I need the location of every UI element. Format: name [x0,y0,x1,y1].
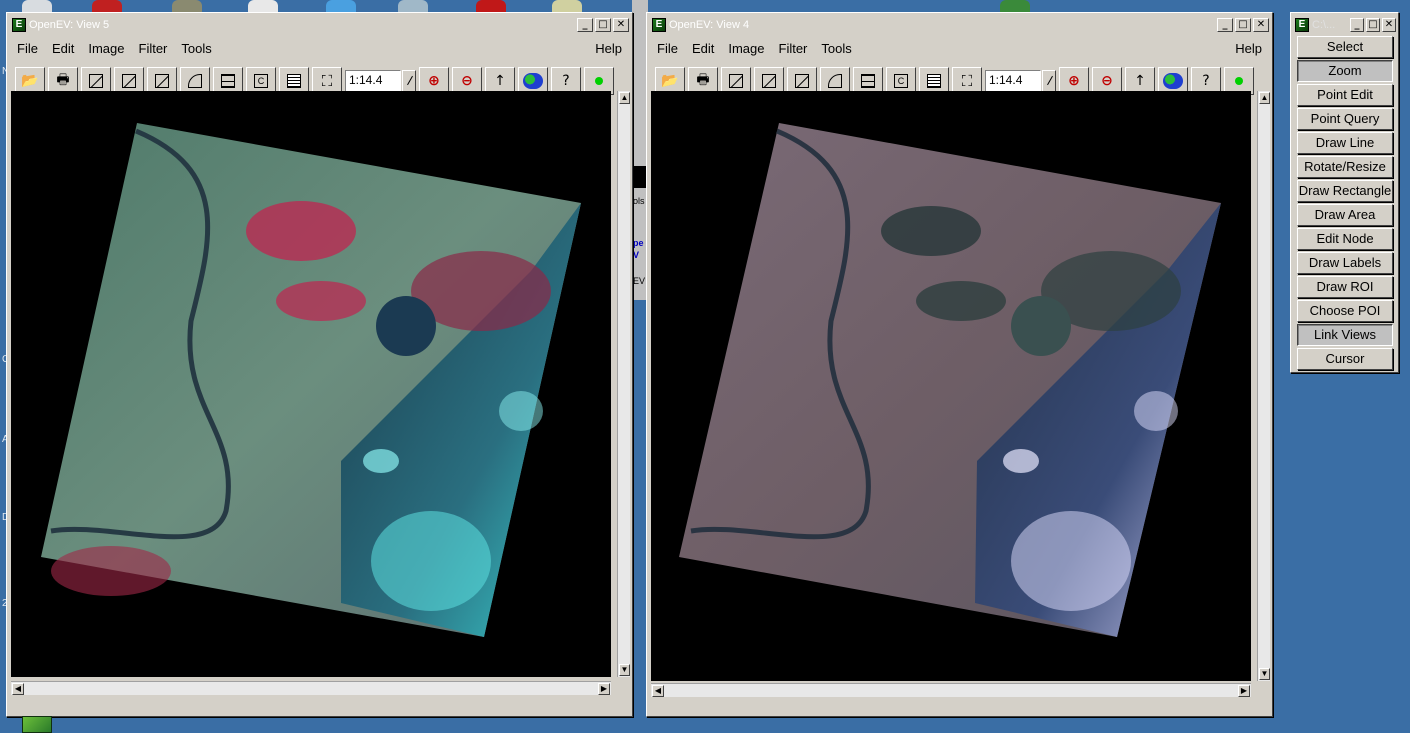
view4-window: E OpenEV: View 4 _ □ ✕ File Edit Image F… [646,12,1273,717]
view5-image-canvas[interactable] [11,91,611,677]
scroll-right-arrow[interactable]: ▶ [598,683,610,695]
view5-window: E OpenEV: View 5 _ □ ✕ File Edit Image F… [6,12,633,717]
menu-tools[interactable]: Tools [814,41,858,56]
tool-draw-roi-button[interactable]: Draw ROI [1297,276,1393,298]
satellite-image-false-color [41,123,581,637]
tool-draw-line-button[interactable]: Draw Line [1297,132,1393,154]
menu-edit[interactable]: Edit [45,41,81,56]
zoom-ratio-dropdown[interactable] [1042,70,1056,92]
scroll-down-arrow[interactable]: ▼ [619,664,630,676]
scroll-left-arrow[interactable]: ◀ [12,683,24,695]
tool-draw-area-button[interactable]: Draw Area [1297,204,1393,226]
tool-select-button[interactable]: Select [1297,36,1393,58]
desktop-icon[interactable] [398,0,428,12]
background-text: V [633,250,640,260]
desktop-icon[interactable] [476,0,506,12]
maximize-button[interactable]: □ [1366,18,1380,32]
close-button[interactable]: ✕ [613,18,629,32]
view4-vertical-scrollbar[interactable]: ▲ ▼ [1257,91,1270,681]
desktop-icon[interactable] [326,0,356,12]
tool-cursor-button[interactable]: Cursor [1297,348,1393,370]
view4-image-canvas[interactable] [651,91,1251,681]
tool-draw-labels-button[interactable]: Draw Labels [1297,252,1393,274]
minimize-button[interactable]: _ [1217,18,1233,32]
tool-edit-node-button[interactable]: Edit Node [1297,228,1393,250]
menu-file[interactable]: File [10,41,45,56]
menu-tools[interactable]: Tools [174,41,218,56]
maximize-button[interactable]: □ [1235,18,1251,32]
zoom-ratio-dropdown[interactable] [402,70,416,92]
view4-menubar: File Edit Image Filter Tools Help [650,37,1269,59]
menu-image[interactable]: Image [721,41,771,56]
background-text: EV [633,276,646,286]
menu-filter[interactable]: Filter [132,41,175,56]
view4-horizontal-scrollbar[interactable]: ◀ ▶ [651,683,1251,697]
tool-zoom-button[interactable]: Zoom [1297,60,1393,82]
tool-link-views-button[interactable]: Link Views [1297,324,1393,346]
satellite-image-natural-color [679,123,1221,637]
desktop-icon[interactable] [552,0,582,12]
tool-point-query-button[interactable]: Point Query [1297,108,1393,130]
background-text: pe [633,238,644,248]
openev-app-icon: E [1295,18,1309,32]
tool-rotate-resize-button[interactable]: Rotate/Resize [1297,156,1393,178]
minimize-button[interactable]: _ [1350,18,1364,32]
desktop-icon-strip [0,0,1410,12]
tool-palette-titlebar[interactable]: E C:\... _ □ ✕ [1293,16,1396,34]
scroll-left-arrow[interactable]: ◀ [652,685,664,697]
view4-title: OpenEV: View 4 [669,19,750,31]
menu-help[interactable]: Help [588,41,629,56]
menu-filter[interactable]: Filter [772,41,815,56]
view5-horizontal-scrollbar[interactable]: ◀ ▶ [11,681,611,695]
scroll-up-arrow[interactable]: ▲ [1259,92,1270,104]
zoom-ratio-input[interactable]: 1:14.4 [345,70,401,92]
view4-titlebar[interactable]: E OpenEV: View 4 _ □ ✕ [650,16,1269,34]
desktop-icon[interactable] [22,0,52,12]
scroll-right-arrow[interactable]: ▶ [1238,685,1250,697]
minimize-button[interactable]: _ [577,18,593,32]
zoom-ratio-input[interactable]: 1:14.4 [985,70,1041,92]
tool-draw-rectangle-button[interactable]: Draw Rectangle [1297,180,1393,202]
close-button[interactable]: ✕ [1253,18,1269,32]
view5-title: OpenEV: View 5 [29,19,110,31]
desktop-icon[interactable] [248,0,278,12]
scroll-up-arrow[interactable]: ▲ [619,92,630,104]
tool-palette-window: E C:\... _ □ ✕ Select Zoom Point Edit Po… [1290,12,1399,373]
background-text: ols [633,196,645,206]
tool-choose-poi-button[interactable]: Choose POI [1297,300,1393,322]
desktop-icon[interactable] [172,0,202,12]
maximize-button[interactable]: □ [595,18,611,32]
openev-app-icon: E [12,18,26,32]
view5-titlebar[interactable]: E OpenEV: View 5 _ □ ✕ [10,16,629,34]
openev-app-icon: E [652,18,666,32]
desktop-icon[interactable] [92,0,122,12]
view5-vertical-scrollbar[interactable]: ▲ ▼ [617,91,630,677]
tool-point-edit-button[interactable]: Point Edit [1297,84,1393,106]
close-button[interactable]: ✕ [1382,18,1396,32]
desktop-shortcut-icon[interactable] [22,716,52,733]
view5-menubar: File Edit Image Filter Tools Help [10,37,629,59]
menu-help[interactable]: Help [1228,41,1269,56]
tool-palette-title: C:\... [1312,19,1336,31]
desktop-icon[interactable] [1000,0,1030,12]
menu-file[interactable]: File [650,41,685,56]
menu-image[interactable]: Image [81,41,131,56]
scroll-down-arrow[interactable]: ▼ [1259,668,1270,680]
menu-edit[interactable]: Edit [685,41,721,56]
